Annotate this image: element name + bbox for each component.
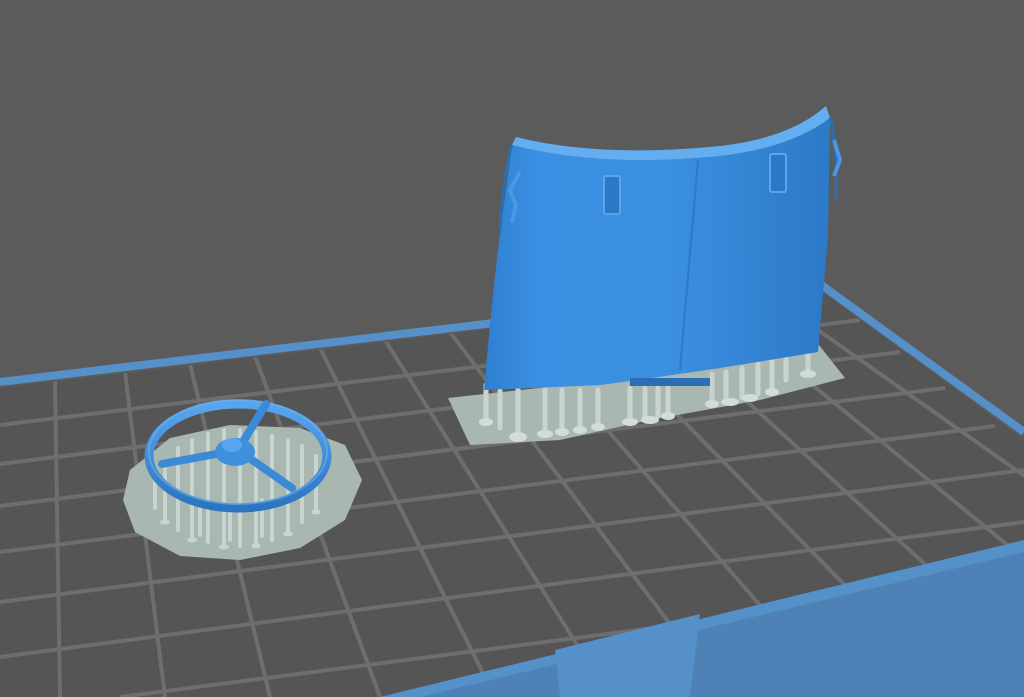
slicer-3d-viewport[interactable] xyxy=(0,0,1024,697)
cabin-wall-base-strip xyxy=(630,378,710,386)
